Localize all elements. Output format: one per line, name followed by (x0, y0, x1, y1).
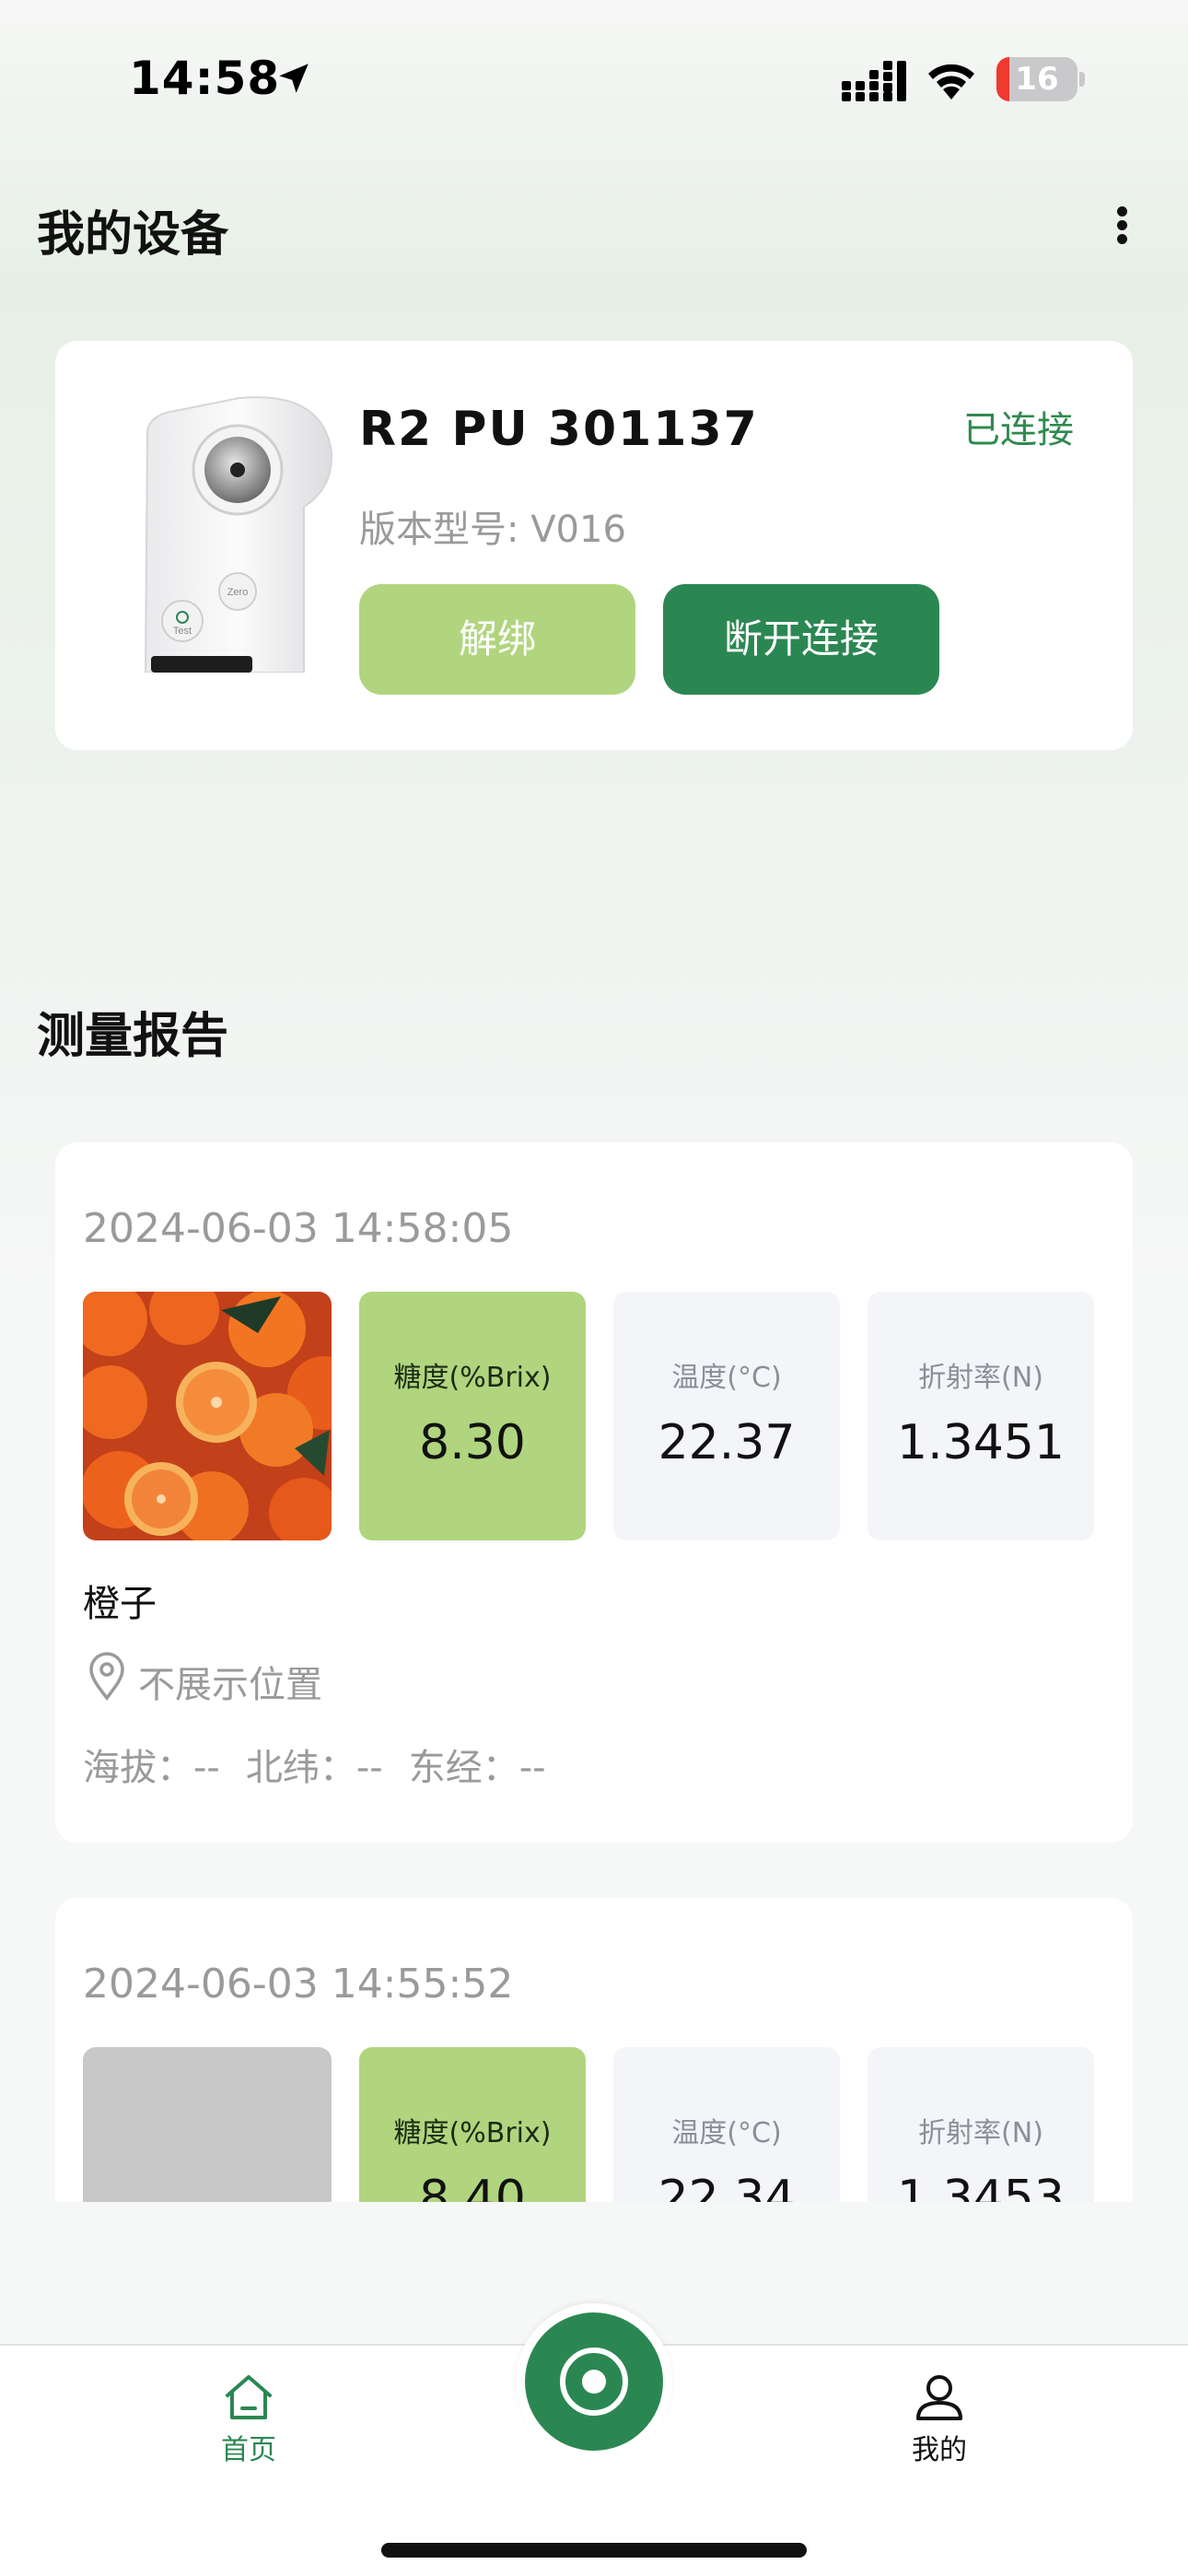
status-bar: 14:58 16 (0, 0, 1188, 157)
report-datetime: 2024-06-03 14:55:52 (83, 1961, 514, 2008)
tab-home-label: 首页 (221, 2434, 276, 2466)
measure-target-icon (560, 2348, 628, 2416)
brix-metric: 糖度(%Brix) 8.40 (359, 2047, 586, 2202)
device-name: R2 PU 301137 (359, 402, 759, 457)
refractometer-device-image: Test Zero (144, 396, 333, 673)
measure-button[interactable] (525, 2313, 663, 2451)
brix-value: 8.30 (419, 1415, 526, 1470)
altitude: 海拔：-- (83, 1747, 220, 1789)
home-icon (226, 2375, 272, 2419)
fruit-name: 橙子 (83, 1583, 157, 1625)
report-card[interactable]: 2024-06-03 14:58:05 糖度(%Brix) 8.30 温度(°C… (55, 1142, 1133, 1843)
user-icon (916, 2375, 962, 2420)
temperature-value: 22.34 (658, 2171, 796, 2202)
brix-value: 8.40 (419, 2171, 526, 2202)
status-time: 14:58 (129, 52, 281, 105)
location-pin-icon (89, 1652, 124, 1701)
refractive-index-value: 1.3451 (897, 1415, 1065, 1470)
device-version: 版本型号: V016 (359, 509, 626, 551)
battery-indicator: 16 (996, 57, 1085, 101)
geo-info: 海拔：-- 北纬：-- 东经：-- (83, 1738, 572, 1791)
temperature-value: 22.37 (658, 1415, 796, 1470)
tab-home[interactable]: 首页 (175, 2373, 322, 2475)
report-datetime: 2024-06-03 14:58:05 (83, 1205, 514, 1252)
svg-text:Zero: Zero (227, 587, 249, 598)
tab-mine[interactable]: 我的 (866, 2373, 1013, 2475)
home-indicator (381, 2543, 807, 2558)
oranges-photo (83, 1292, 332, 1540)
unbind-button[interactable]: 解绑 (359, 584, 635, 695)
temperature-metric: 温度(°C) 22.37 (613, 1292, 840, 1540)
longitude: 东经：-- (408, 1747, 546, 1789)
reports-list[interactable]: 2024-06-03 14:58:05 糖度(%Brix) 8.30 温度(°C… (0, 1142, 1188, 2202)
latitude: 北纬：-- (245, 1747, 383, 1789)
page-title: 我的设备 (37, 207, 229, 263)
location-text: 不展示位置 (138, 1664, 322, 1706)
refractive-index-label: 折射率(N) (918, 2117, 1043, 2149)
tab-mine-label: 我的 (912, 2434, 967, 2466)
brix-label: 糖度(%Brix) (393, 1362, 552, 1394)
refractive-index-value: 1.3453 (897, 2171, 1065, 2202)
device-card[interactable]: Test Zero R2 PU 301137 已连接 版本型号: V016 解绑… (55, 341, 1133, 750)
svg-text:Test: Test (173, 626, 192, 637)
wifi-icon (928, 64, 974, 100)
brix-label: 糖度(%Brix) (393, 2117, 552, 2149)
temperature-label: 温度(°C) (671, 2117, 782, 2149)
brix-metric: 糖度(%Brix) 8.30 (359, 1292, 586, 1540)
reports-section-title: 测量报告 (37, 1009, 229, 1064)
location-arrow-icon (279, 64, 309, 93)
temperature-label: 温度(°C) (671, 1362, 782, 1394)
report-card[interactable]: 2024-06-03 14:55:52 糖度(%Brix) 8.40 温度(°C… (55, 1898, 1133, 2202)
refractive-index-metric: 折射率(N) 1.3453 (868, 2047, 1094, 2202)
refractive-index-label: 折射率(N) (918, 1362, 1043, 1394)
disconnect-button[interactable]: 断开连接 (663, 584, 939, 695)
more-options-button[interactable] (1101, 195, 1146, 251)
connection-status: 已连接 (963, 409, 1074, 451)
battery-level-text: 16 (1015, 61, 1059, 98)
cellular-signal-icon (842, 61, 906, 101)
photo-placeholder (83, 2047, 332, 2202)
temperature-metric: 温度(°C) 22.34 (613, 2047, 840, 2202)
refractive-index-metric: 折射率(N) 1.3451 (868, 1292, 1094, 1540)
